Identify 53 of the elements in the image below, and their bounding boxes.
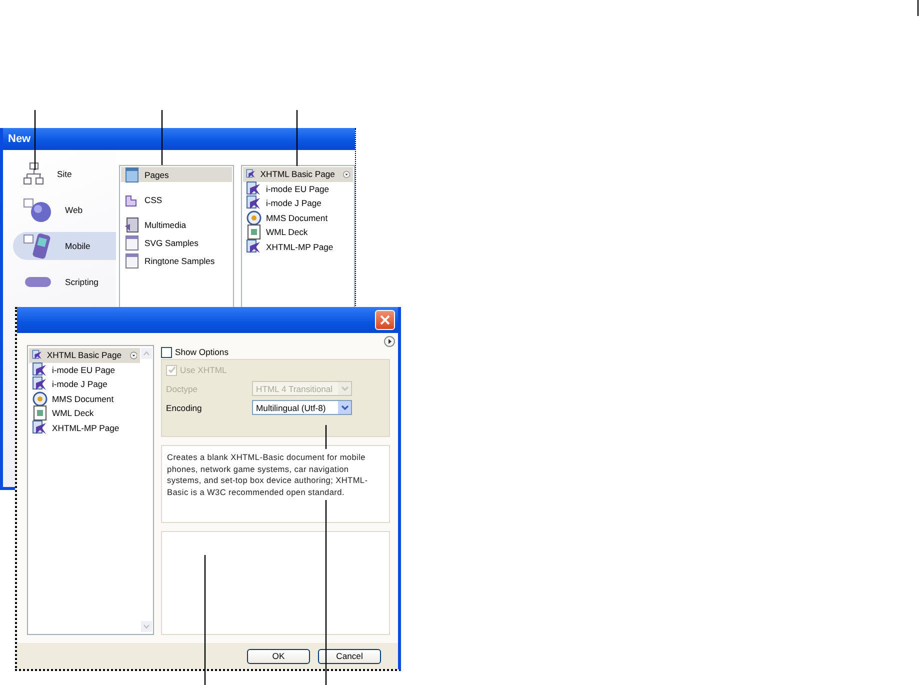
dropdown-field[interactable]: Multilingual (Utf-8) <box>252 400 352 415</box>
category-item[interactable]: Mobile <box>13 232 116 260</box>
callout-line <box>34 110 36 170</box>
group-item[interactable]: Multimedia <box>121 217 232 232</box>
document-type-item[interactable]: i-mode J Page <box>243 196 353 210</box>
document-icon <box>32 376 48 392</box>
document-type-item[interactable]: WML Deck <box>29 406 140 420</box>
close-button[interactable] <box>375 310 395 330</box>
mobile-icon <box>23 232 53 260</box>
document-icon <box>246 238 262 255</box>
chevron-down-icon <box>340 386 348 392</box>
checkbox-label: Show Options <box>175 347 229 357</box>
description-text: Creates a blank XHTML-Basic document for mobile phones, network game systems, car navigation systems, and set-top box device authoring; XHTML-Basic is a W3C recommended open standard. <box>161 445 390 523</box>
document-type-item[interactable]: WML Deck <box>243 225 353 240</box>
web-icon <box>23 197 53 223</box>
window-title: New <box>3 128 355 150</box>
document-type-item[interactable]: MMS Document <box>243 210 353 225</box>
checkbox-label: Use XHTML <box>180 365 227 375</box>
dropdown-circle-icon[interactable] <box>130 350 137 361</box>
site-icon <box>23 162 45 186</box>
checkbox[interactable] <box>161 346 172 358</box>
document-type-item[interactable]: XHTML-MP Page <box>29 420 140 435</box>
dialog-button[interactable]: Cancel <box>318 648 381 664</box>
field-label: Doctype <box>166 384 199 394</box>
document-type-item[interactable]: i-mode EU Page <box>29 362 140 377</box>
close-icon <box>380 315 390 325</box>
dialog-button[interactable]: OK <box>247 648 310 664</box>
document-icon <box>246 210 262 226</box>
group-item[interactable]: Ringtone Samples <box>121 253 232 268</box>
document-icon <box>246 224 262 240</box>
group-item[interactable]: SVG Samples <box>121 235 232 250</box>
document-type-item[interactable]: MMS Document <box>29 392 140 406</box>
document-type-item[interactable]: XHTML-MP Page <box>243 240 353 254</box>
document-icon <box>32 420 48 436</box>
group-item[interactable]: Pages <box>121 167 232 182</box>
document-type-item[interactable]: XHTML Basic Page <box>29 348 140 362</box>
document-type-item[interactable]: i-mode EU Page <box>243 182 353 196</box>
document-icon <box>246 195 262 212</box>
callout-line <box>917 0 919 16</box>
category-item[interactable]: Scripting <box>3 268 116 296</box>
category-item[interactable]: Web <box>3 196 116 224</box>
callout-line <box>325 425 327 449</box>
group-item[interactable]: CSS <box>121 192 232 207</box>
category-item[interactable]: Site <box>3 160 116 188</box>
scripting-icon <box>23 275 53 289</box>
field-label: Encoding <box>166 402 203 412</box>
document-icon <box>32 405 48 422</box>
arrow-circle-icon[interactable] <box>384 336 395 347</box>
chevron-down-icon <box>340 404 348 410</box>
document-type-item[interactable]: i-mode J Page <box>29 377 140 392</box>
document-type-item[interactable]: XHTML Basic Page <box>243 167 353 182</box>
dropdown-circle-icon[interactable] <box>342 168 350 180</box>
document-icon <box>32 390 48 407</box>
